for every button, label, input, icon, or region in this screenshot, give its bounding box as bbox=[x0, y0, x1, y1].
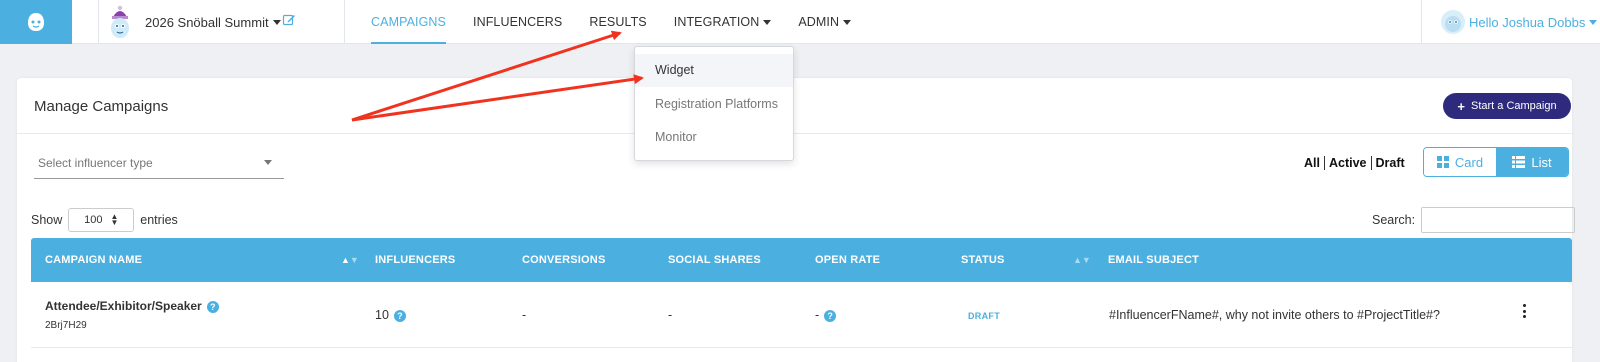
nav-divider bbox=[1421, 0, 1422, 44]
yeti-logo-icon bbox=[28, 13, 44, 31]
nav-admin[interactable]: ADMIN bbox=[798, 0, 852, 44]
table-header: CAMPAIGN NAME ▲▼ INFLUENCERS CONVERSIONS… bbox=[31, 238, 1572, 282]
help-icon[interactable]: ? bbox=[206, 300, 219, 313]
col-email-subject[interactable]: EMAIL SUBJECT bbox=[1108, 238, 1199, 282]
influencers-cell: 10? bbox=[375, 308, 406, 322]
nav-integration-label: INTEGRATION bbox=[673, 15, 760, 29]
project-selector[interactable]: 2026 Snöball Summit bbox=[98, 0, 281, 44]
status-filters: All Active Draft bbox=[1300, 156, 1409, 170]
start-campaign-button[interactable]: + Start a Campaign bbox=[1443, 93, 1571, 119]
page-length-select[interactable]: 100 ▲ ▼ bbox=[68, 208, 135, 232]
show-label: Show bbox=[31, 213, 63, 227]
email-subject-cell: #InfluencerFName#, why not invite others… bbox=[1109, 308, 1440, 322]
main-nav: CAMPAIGNS INFLUENCERS RESULTS INTEGRATIO… bbox=[371, 0, 878, 44]
chevron-down-icon bbox=[763, 20, 772, 26]
help-icon[interactable]: ? bbox=[393, 309, 406, 322]
list-view-button[interactable]: List bbox=[1496, 148, 1568, 176]
project-name[interactable]: 2026 Snöball Summit bbox=[145, 15, 269, 30]
col-conversions[interactable]: CONVERSIONS bbox=[522, 238, 606, 282]
filter-all[interactable]: All bbox=[1300, 156, 1324, 170]
filter-draft[interactable]: Draft bbox=[1370, 156, 1409, 170]
col-social-shares[interactable]: SOCIAL SHARES bbox=[668, 238, 761, 282]
campaign-name-cell[interactable]: Attendee/Exhibitor/Speaker? bbox=[45, 299, 219, 313]
integration-dropdown: Widget Registration Platforms Monitor bbox=[634, 46, 794, 161]
influencer-type-placeholder: Select influencer type bbox=[38, 156, 153, 170]
more-actions-icon[interactable] bbox=[1523, 304, 1527, 318]
top-navbar: 2026 Snöball Summit CAMPAIGNS INFLUENCER… bbox=[0, 0, 1600, 44]
search-label: Search: bbox=[1372, 213, 1416, 227]
user-greeting: Hello Joshua Dobbs bbox=[1469, 14, 1586, 30]
search-input[interactable] bbox=[1421, 207, 1576, 233]
nav-integration[interactable]: INTEGRATION bbox=[674, 0, 772, 44]
sort-icon[interactable]: ▲▼ bbox=[341, 238, 359, 282]
chevron-down-icon bbox=[272, 19, 281, 25]
app-logo[interactable] bbox=[0, 0, 72, 44]
chevron-down-icon bbox=[264, 160, 272, 165]
nav-results[interactable]: RESULTS bbox=[589, 0, 646, 44]
list-view-label: List bbox=[1531, 154, 1552, 170]
col-open-rate[interactable]: OPEN RATE bbox=[815, 238, 880, 282]
list-icon bbox=[1512, 156, 1526, 168]
snoball-mascot-icon bbox=[111, 5, 129, 38]
influencer-type-select[interactable]: Select influencer type bbox=[34, 148, 284, 179]
avatar bbox=[1441, 10, 1465, 34]
menu-item-registration-platforms[interactable]: Registration Platforms bbox=[635, 88, 793, 121]
edit-icon[interactable] bbox=[282, 13, 296, 27]
sort-icon[interactable]: ▲▼ bbox=[1073, 238, 1091, 282]
col-status[interactable]: STATUS bbox=[961, 238, 1005, 282]
table-search: Search: bbox=[1372, 207, 1576, 233]
col-influencers[interactable]: INFLUENCERS bbox=[375, 238, 455, 282]
page-length-value: 100 bbox=[84, 214, 103, 226]
manage-campaigns-card: Manage Campaigns + Start a Campaign Sele… bbox=[17, 78, 1576, 362]
open-rate-value: - bbox=[815, 308, 820, 322]
divider bbox=[17, 133, 1572, 134]
nav-influencers[interactable]: INFLUENCERS bbox=[473, 0, 562, 44]
status-badge: DRAFT bbox=[968, 311, 1000, 321]
conversions-cell: - bbox=[522, 308, 527, 322]
campaign-code: 2Brj7H29 bbox=[45, 320, 87, 331]
entries-label: entries bbox=[140, 213, 178, 227]
user-menu[interactable]: Hello Joshua Dobbs bbox=[1441, 10, 1598, 34]
filter-active[interactable]: Active bbox=[1323, 156, 1371, 170]
influencers-count: 10 bbox=[375, 308, 389, 322]
menu-item-widget[interactable]: Widget bbox=[635, 54, 793, 87]
chevron-down-icon bbox=[843, 20, 852, 26]
plus-icon: + bbox=[1457, 98, 1465, 114]
nav-campaigns[interactable]: CAMPAIGNS bbox=[371, 0, 446, 44]
col-campaign-name[interactable]: CAMPAIGN NAME bbox=[45, 238, 142, 282]
page-title: Manage Campaigns bbox=[34, 98, 169, 115]
stepper-icon: ▲ ▼ bbox=[110, 212, 119, 227]
table-row[interactable]: Attendee/Exhibitor/Speaker? 2Brj7H29 10?… bbox=[31, 282, 1572, 348]
view-toggle: Card List bbox=[1423, 147, 1569, 177]
nav-divider bbox=[344, 0, 345, 44]
social-shares-cell: - bbox=[668, 308, 673, 322]
chevron-down-icon bbox=[1589, 19, 1598, 25]
nav-admin-label: ADMIN bbox=[798, 15, 840, 29]
grid-icon bbox=[1436, 156, 1449, 168]
page-length-control: Show 100 ▲ ▼ entries bbox=[31, 208, 178, 232]
campaign-name: Attendee/Exhibitor/Speaker bbox=[45, 299, 202, 313]
card-view-label: Card bbox=[1454, 154, 1484, 170]
menu-item-monitor[interactable]: Monitor bbox=[635, 121, 793, 154]
open-rate-cell: -? bbox=[815, 308, 837, 322]
start-campaign-label: Start a Campaign bbox=[1470, 100, 1557, 112]
card-view-button[interactable]: Card bbox=[1424, 148, 1496, 176]
help-icon[interactable]: ? bbox=[824, 309, 837, 322]
